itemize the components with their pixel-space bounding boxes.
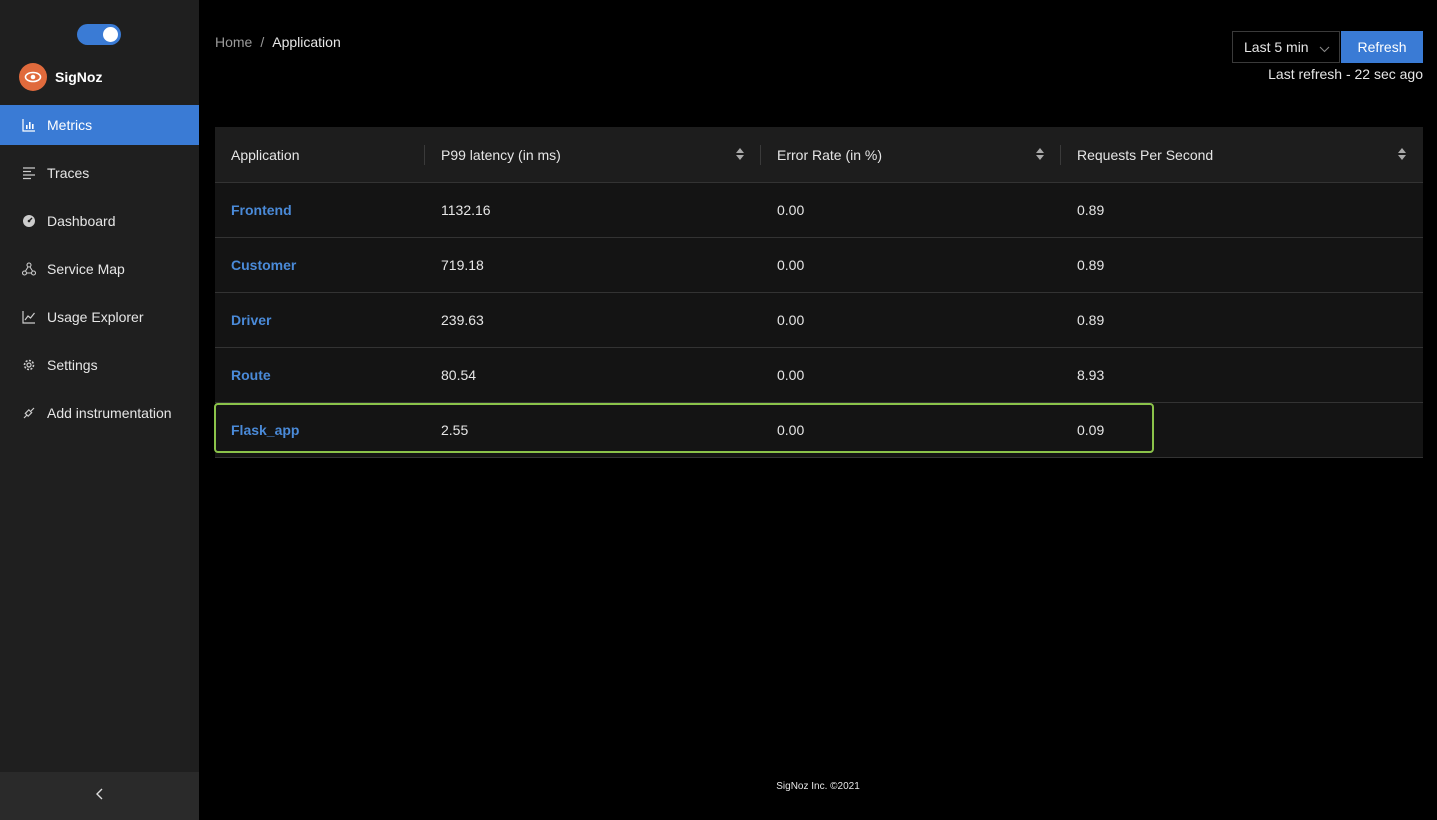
api-icon	[22, 406, 36, 420]
eye-logo-icon	[19, 63, 47, 91]
sidebar-item-label: Usage Explorer	[47, 309, 144, 325]
application-link[interactable]: Flask_app	[231, 422, 299, 438]
breadcrumb-home[interactable]: Home	[215, 34, 252, 50]
sort-icon[interactable]	[1397, 147, 1407, 164]
column-header-p99-latency[interactable]: P99 latency (in ms)	[425, 127, 761, 183]
bar-chart-icon	[22, 118, 36, 132]
column-header-requests-per-second[interactable]: Requests Per Second	[1061, 127, 1423, 183]
table-row: Route 80.54 0.00 8.93	[215, 347, 1423, 403]
chevron-down-icon	[1319, 42, 1330, 58]
cell-error-rate: 0.00	[761, 237, 1061, 293]
column-label: P99 latency (in ms)	[441, 146, 561, 163]
sidebar-nav: Metrics Traces Dashboard Service Map Usa…	[0, 105, 199, 441]
application-link[interactable]: Frontend	[231, 202, 292, 218]
cell-error-rate: 0.00	[761, 182, 1061, 238]
toggle-knob	[103, 27, 118, 42]
brand-name: SigNoz	[55, 69, 103, 85]
cell-application: Customer	[215, 237, 425, 293]
applications-table: Application P99 latency (in ms) Error Ra…	[215, 127, 1423, 458]
sidebar-item-metrics[interactable]: Metrics	[0, 105, 199, 145]
column-header-application: Application	[215, 127, 425, 183]
application-link[interactable]: Route	[231, 367, 271, 383]
cell-application: Driver	[215, 292, 425, 348]
sidebar-item-dashboard[interactable]: Dashboard	[0, 201, 199, 241]
cell-p99: 2.55	[425, 402, 761, 458]
column-label: Requests Per Second	[1077, 146, 1214, 163]
column-label: Application	[231, 146, 300, 163]
last-refresh-text: Last refresh - 22 sec ago	[1268, 66, 1423, 82]
cell-rps: 0.09	[1061, 402, 1423, 458]
application-link[interactable]: Customer	[231, 257, 296, 273]
sidebar-collapse-button[interactable]	[0, 772, 199, 820]
application-link[interactable]: Driver	[231, 312, 271, 328]
cell-application: Route	[215, 347, 425, 403]
sidebar-item-label: Settings	[47, 357, 98, 373]
breadcrumb-current: Application	[272, 34, 341, 50]
sidebar-item-traces[interactable]: Traces	[0, 153, 199, 193]
cell-application: Flask_app	[215, 402, 425, 458]
sidebar-item-usage-explorer[interactable]: Usage Explorer	[0, 297, 199, 337]
table-row: Driver 239.63 0.00 0.89	[215, 292, 1423, 348]
sidebar-item-service-map[interactable]: Service Map	[0, 249, 199, 289]
line-chart-icon	[22, 310, 36, 324]
table-header-row: Application P99 latency (in ms) Error Ra…	[215, 127, 1423, 183]
sidebar-item-label: Service Map	[47, 261, 125, 277]
time-range-value: Last 5 min	[1244, 39, 1309, 55]
breadcrumb-separator: /	[260, 34, 265, 50]
cell-rps: 0.89	[1061, 182, 1423, 238]
cell-application: Frontend	[215, 182, 425, 238]
time-range-select[interactable]: Last 5 min	[1232, 31, 1340, 63]
sidebar-item-label: Metrics	[47, 117, 93, 133]
align-left-icon	[22, 166, 36, 180]
cell-rps: 0.89	[1061, 237, 1423, 293]
table-row: Customer 719.18 0.00 0.89	[215, 237, 1423, 293]
sidebar-item-label: Traces	[47, 165, 90, 181]
column-label: Error Rate (in %)	[777, 146, 883, 163]
table-row: Frontend 1132.16 0.00 0.89	[215, 182, 1423, 238]
sidebar-item-add-instrumentation[interactable]: Add instrumentation	[0, 393, 199, 433]
sidebar: SigNoz Metrics Traces Dashboard Service …	[0, 0, 199, 820]
cell-p99: 719.18	[425, 237, 761, 293]
cell-rps: 8.93	[1061, 347, 1423, 403]
sidebar-item-label: Dashboard	[47, 213, 116, 229]
cell-p99: 80.54	[425, 347, 761, 403]
column-header-error-rate[interactable]: Error Rate (in %)	[761, 127, 1061, 183]
cell-error-rate: 0.00	[761, 402, 1061, 458]
sidebar-item-label: Add instrumentation	[47, 405, 172, 421]
breadcrumb: Home / Application	[215, 34, 341, 50]
sort-icon[interactable]	[735, 147, 745, 164]
deployment-unit-icon	[22, 262, 36, 276]
cell-rps: 0.89	[1061, 292, 1423, 348]
refresh-button[interactable]: Refresh	[1341, 31, 1423, 63]
cell-error-rate: 0.00	[761, 347, 1061, 403]
footer: SigNoz Inc. ©2021	[776, 781, 860, 792]
brand[interactable]: SigNoz	[19, 63, 102, 91]
dashboard-icon	[22, 214, 36, 228]
app-root: SigNoz Metrics Traces Dashboard Service …	[0, 0, 1437, 820]
cell-error-rate: 0.00	[761, 292, 1061, 348]
chevron-left-icon	[94, 787, 106, 805]
cell-p99: 1132.16	[425, 182, 761, 238]
cell-p99: 239.63	[425, 292, 761, 348]
sort-icon[interactable]	[1035, 147, 1045, 164]
gear-icon	[22, 358, 36, 372]
sidebar-item-settings[interactable]: Settings	[0, 345, 199, 385]
table-row-highlighted: Flask_app 2.55 0.00 0.09	[215, 402, 1423, 458]
theme-toggle[interactable]	[77, 24, 121, 45]
